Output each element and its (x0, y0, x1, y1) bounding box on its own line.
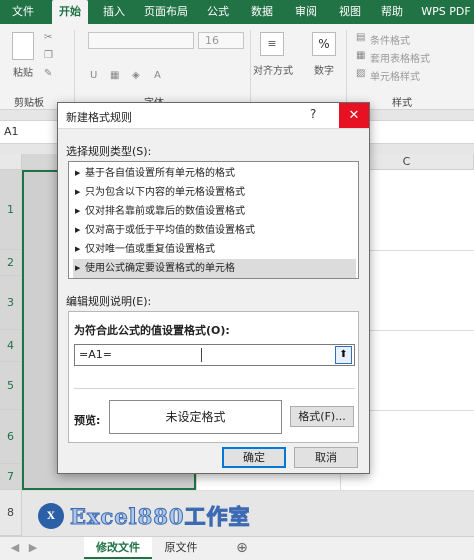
rule-item-selected[interactable]: 使用公式确定要设置格式的单元格 (73, 259, 356, 278)
watermark-text: Excel880工作室 (70, 504, 251, 530)
group-separator (74, 30, 75, 104)
new-format-rule-dialog: 新建格式规则 ? ✕ 选择规则类型(S): 基于各自值设置所有单元格的格式 只为… (57, 102, 370, 474)
copy-icon[interactable]: ❐ (44, 50, 53, 61)
paste-label[interactable]: 粘贴 (8, 64, 38, 79)
tab-file[interactable]: 文件 (4, 0, 42, 24)
watermark-logo: X (38, 503, 64, 529)
paste-icon[interactable] (12, 32, 34, 60)
tab-view[interactable]: 视图 (332, 0, 368, 24)
tab-home[interactable]: 开始 (52, 0, 88, 24)
cell-style-label[interactable]: 单元格样式 (370, 68, 420, 83)
rule-item[interactable]: 仅对唯一值或重复值设置格式 (73, 240, 356, 259)
name-box[interactable]: A1 (4, 125, 19, 138)
watermark: X Excel880工作室 (38, 502, 251, 530)
cut-icon[interactable]: ✂ (44, 32, 52, 43)
row-header-5[interactable]: 5 (0, 362, 22, 410)
edit-rule-label: 编辑规则说明(E): (66, 295, 152, 308)
ribbon-tab-bar: 文件 开始 插入 页面布局 公式 数据 审阅 视图 帮助 WPS PDF (0, 0, 474, 24)
rule-item[interactable]: 仅对高于或低于平均值的数值设置格式 (73, 221, 356, 240)
rule-type-label: 选择规则类型(S): (66, 145, 152, 158)
underline-icon[interactable]: U (90, 70, 97, 81)
formula-label: 为符合此公式的值设置格式(O): (74, 324, 230, 337)
row-header-2[interactable]: 2 (0, 250, 22, 276)
row-header-3[interactable]: 3 (0, 276, 22, 330)
format-preview: 未设定格式 (109, 400, 282, 434)
cond-format-label[interactable]: 条件格式 (370, 32, 410, 47)
tab-page-layout[interactable]: 页面布局 (140, 0, 192, 24)
dialog-title-bar[interactable]: 新建格式规则 ? ✕ (58, 103, 369, 129)
prev-sheet-icon[interactable]: ◀ (8, 537, 22, 559)
rule-description-panel: 为符合此公式的值设置格式(O): =A1= ⬆ 预览: 未设定格式 格式(F).… (68, 311, 359, 443)
row-header-4[interactable]: 4 (0, 330, 22, 362)
sheet-tab-original[interactable]: 原文件 (156, 537, 206, 559)
font-size-combo[interactable]: 16 (198, 32, 244, 49)
cancel-button[interactable]: 取消 (294, 447, 358, 468)
group-style-label: 样式 (392, 98, 412, 109)
formula-input[interactable]: =A1= ⬆ (74, 344, 355, 366)
row-header-1[interactable]: 1 (0, 170, 22, 250)
row-header-8[interactable]: 8 (0, 490, 22, 536)
rule-item[interactable]: 只为包含以下内容的单元格设置格式 (73, 183, 356, 202)
ok-button[interactable]: 确定 (222, 447, 286, 468)
table-format-label[interactable]: 套用表格格式 (370, 50, 430, 65)
rule-type-list[interactable]: 基于各自值设置所有单元格的格式 只为包含以下内容的单元格设置格式 仅对排名靠前或… (68, 161, 359, 279)
rule-item[interactable]: 基于各自值设置所有单元格的格式 (73, 164, 356, 183)
tab-wps-pdf[interactable]: WPS PDF (418, 0, 474, 24)
close-icon[interactable]: ✕ (339, 103, 369, 128)
tab-formulas[interactable]: 公式 (200, 0, 236, 24)
formula-value: =A1= (79, 348, 112, 361)
preview-label: 预览: (74, 414, 101, 427)
fill-color-icon[interactable]: ◈ (132, 70, 140, 81)
divider (74, 388, 355, 389)
rule-item[interactable]: 仅对排名靠前或靠后的数值设置格式 (73, 202, 356, 221)
text-cursor (201, 348, 202, 362)
next-sheet-icon[interactable]: ▶ (26, 537, 40, 559)
font-color-icon[interactable]: A (154, 70, 161, 81)
row-header-7[interactable]: 7 (0, 464, 22, 490)
align-label[interactable]: 对齐方式 (248, 62, 298, 77)
font-name-combo[interactable] (88, 32, 194, 49)
tab-help[interactable]: 帮助 (374, 0, 410, 24)
group-separator (346, 30, 347, 104)
dialog-title: 新建格式规则 (66, 111, 132, 124)
sheet-tab-bar: ◀ ▶ 修改文件 原文件 ⊕ (0, 536, 474, 560)
tab-data[interactable]: 数据 (244, 0, 280, 24)
ribbon-home: 粘贴 ✂ ❐ ✎ 剪贴板 16 U ▦ ◈ A 字体 ≡ 对齐方式 % 数字 ▤… (0, 24, 474, 110)
tab-review[interactable]: 审阅 (288, 0, 324, 24)
tab-insert[interactable]: 插入 (96, 0, 132, 24)
align-icon[interactable]: ≡ (260, 32, 284, 56)
add-sheet-icon[interactable]: ⊕ (230, 537, 254, 559)
grid-line (22, 490, 474, 491)
table-format-icon[interactable]: ▦ (356, 50, 365, 61)
row-header-6[interactable]: 6 (0, 410, 22, 464)
format-painter-icon[interactable]: ✎ (44, 68, 52, 79)
cond-format-icon[interactable]: ▤ (356, 32, 365, 43)
sheet-tab-modified[interactable]: 修改文件 (84, 537, 152, 559)
group-clipboard-label: 剪贴板 (14, 98, 44, 109)
percent-icon[interactable]: % (312, 32, 336, 56)
select-all-corner[interactable] (0, 154, 22, 170)
help-icon[interactable]: ? (310, 107, 316, 121)
number-label[interactable]: 数字 (308, 62, 340, 77)
border-icon[interactable]: ▦ (110, 70, 119, 81)
format-button[interactable]: 格式(F)... (290, 406, 354, 427)
cell-style-icon[interactable]: ▨ (356, 68, 365, 79)
collapse-dialog-icon[interactable]: ⬆ (335, 346, 352, 364)
